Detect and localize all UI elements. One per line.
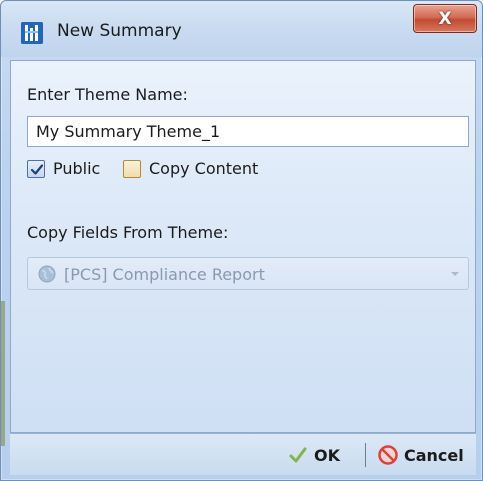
copy-fields-value: [PCS] Compliance Report — [64, 265, 265, 284]
check-icon — [30, 164, 44, 175]
ok-button[interactable]: OK — [288, 442, 340, 468]
cancel-button[interactable]: Cancel — [378, 442, 464, 468]
public-label: Public — [53, 159, 101, 178]
dialog-footer: OK Cancel — [10, 433, 476, 475]
dialog-body: Enter Theme Name: My Summary Theme_1 Pub… — [10, 60, 476, 433]
ok-label: OK — [314, 445, 340, 465]
copy-fields-dropdown[interactable]: [PCS] Compliance Report — [27, 257, 469, 290]
copy-fields-label: Copy Fields From Theme: — [27, 223, 229, 242]
window-title: New Summary — [57, 21, 182, 41]
close-button[interactable]: X — [413, 4, 477, 33]
check-icon — [289, 447, 307, 463]
cancel-label: Cancel — [404, 445, 464, 465]
theme-name-input[interactable]: My Summary Theme_1 — [27, 116, 469, 147]
no-entry-icon — [378, 445, 398, 465]
copy-content-label: Copy Content — [149, 159, 259, 178]
new-summary-dialog: New Summary X Enter Theme Name: My Summa… — [0, 0, 483, 481]
chevron-down-icon — [451, 272, 459, 276]
globe-icon — [38, 265, 56, 283]
title-bar[interactable]: New Summary X — [1, 1, 482, 57]
button-separator — [365, 443, 366, 467]
app-icon — [21, 22, 43, 44]
copy-content-checkbox[interactable] — [123, 160, 141, 178]
public-checkbox[interactable] — [27, 160, 45, 178]
background-strip — [1, 301, 5, 446]
theme-name-label: Enter Theme Name: — [27, 85, 188, 104]
close-icon: X — [438, 8, 452, 29]
